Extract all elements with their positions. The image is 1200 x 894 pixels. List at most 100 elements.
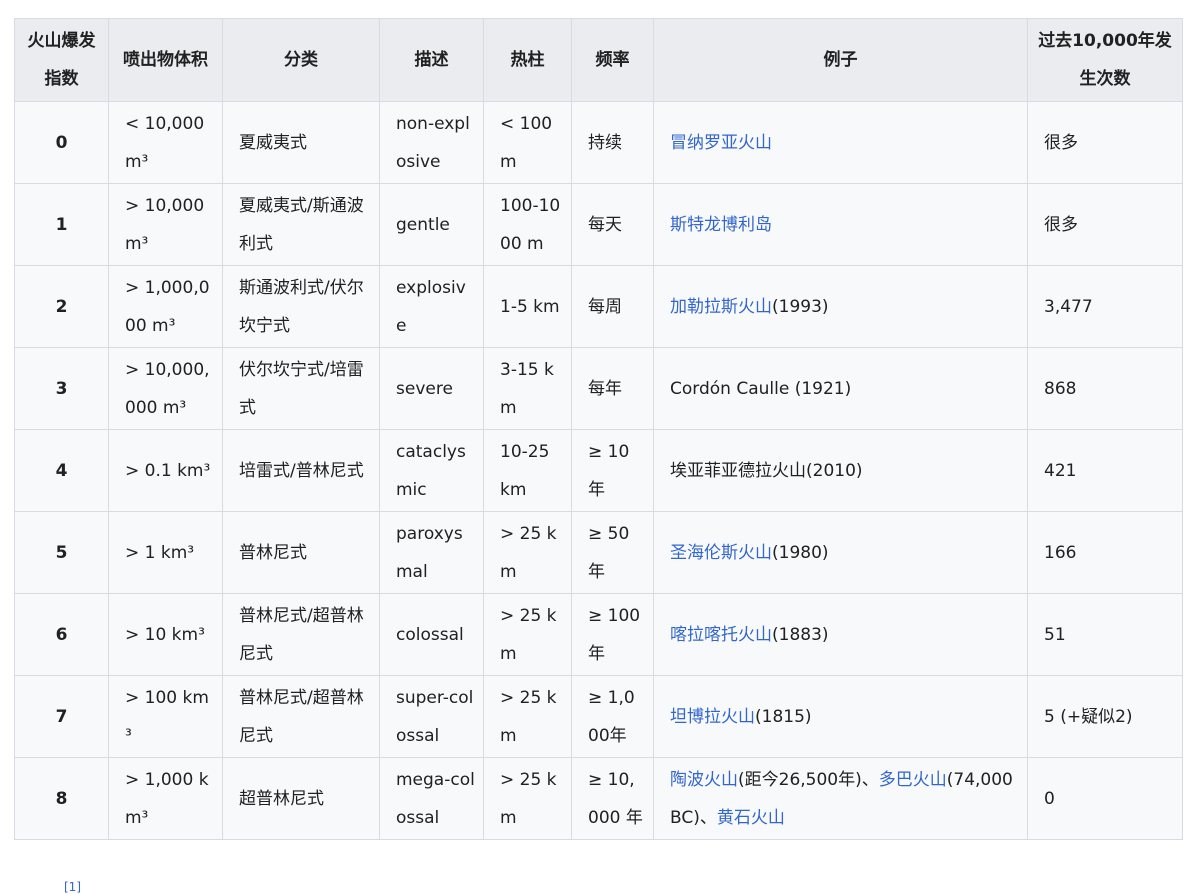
- example-text: (距今26,500年)、: [738, 769, 879, 790]
- classification-cell: 斯通波利式/伏尔坎宁式: [222, 265, 380, 348]
- example-text: 埃亚菲亚德拉火山(2010): [670, 460, 863, 481]
- example-cell: 埃亚菲亚德拉火山(2010): [653, 429, 1028, 512]
- description-cell: paroxysmal: [379, 511, 484, 594]
- classification-cell: 超普林尼式: [222, 757, 380, 840]
- frequency-cell: 每天: [571, 183, 654, 266]
- frequency-cell: 持续: [571, 101, 654, 184]
- occurrences-cell: 0: [1027, 757, 1183, 840]
- occurrences-cell: 3,477: [1027, 265, 1183, 348]
- volume-cell: < 10,000 m³: [108, 101, 223, 184]
- table-row: 0 < 10,000 m³ 夏威夷式 non-explosive < 100 m 持续 冒纳…: [14, 101, 1183, 184]
- table-row: 7 > 100 km³ 普林尼式/超普林尼式 super-colossal > 25 k…: [14, 675, 1183, 758]
- frequency-cell: ≥ 1,000年: [571, 675, 654, 758]
- header-occurrences: 过去10,000年发生次数: [1027, 18, 1183, 102]
- vei-table-container: 火山爆发指数 喷出物体积 分类 描述 热柱 频率 例子 过去10,000年发生次…: [14, 18, 1183, 840]
- description-cell: colossal: [379, 593, 484, 676]
- example-text: (1815): [755, 706, 812, 727]
- volume-cell: > 10,000,000 m³: [108, 347, 223, 430]
- description-cell: explosive: [379, 265, 484, 348]
- vei-cell: 1: [14, 183, 109, 266]
- occurrences-cell: 421: [1027, 429, 1183, 512]
- header-description: 描述: [379, 18, 484, 102]
- vei-cell: 7: [14, 675, 109, 758]
- frequency-cell: ≥ 100 年: [571, 593, 654, 676]
- occurrences-cell: 5 (+疑似2): [1027, 675, 1183, 758]
- classification-cell: 普林尼式/超普林尼式: [222, 593, 380, 676]
- example-cell: 坦博拉火山(1815): [653, 675, 1028, 758]
- vei-cell: 0: [14, 101, 109, 184]
- frequency-cell: ≥ 10 年: [571, 429, 654, 512]
- header-example: 例子: [653, 18, 1028, 102]
- vei-cell: 3: [14, 347, 109, 430]
- volume-cell: > 10 km³: [108, 593, 223, 676]
- volume-cell: > 1,000,000 m³: [108, 265, 223, 348]
- plume-cell: < 100 m: [483, 101, 572, 184]
- classification-cell: 夏威夷式/斯通波利式: [222, 183, 380, 266]
- vei-cell: 4: [14, 429, 109, 512]
- example-cell: 圣海伦斯火山(1980): [653, 511, 1028, 594]
- plume-cell: > 25 km: [483, 593, 572, 676]
- frequency-cell: 每周: [571, 265, 654, 348]
- vei-cell: 6: [14, 593, 109, 676]
- occurrences-cell: 868: [1027, 347, 1183, 430]
- volume-cell: > 1 km³: [108, 511, 223, 594]
- example-cell: 斯特龙博利岛: [653, 183, 1028, 266]
- description-cell: super-colossal: [379, 675, 484, 758]
- vei-table: 火山爆发指数 喷出物体积 分类 描述 热柱 频率 例子 过去10,000年发生次…: [14, 18, 1183, 840]
- table-header-row: 火山爆发指数 喷出物体积 分类 描述 热柱 频率 例子 过去10,000年发生次…: [14, 18, 1183, 102]
- description-cell: severe: [379, 347, 484, 430]
- volume-cell: > 100 km³: [108, 675, 223, 758]
- plume-cell: > 25 km: [483, 511, 572, 594]
- classification-cell: 培雷式/普林尼式: [222, 429, 380, 512]
- description-cell: cataclysmic: [379, 429, 484, 512]
- header-vei: 火山爆发指数: [14, 18, 109, 102]
- volcano-link[interactable]: 喀拉喀托火山: [670, 625, 772, 645]
- volcano-link[interactable]: 多巴火山: [879, 770, 947, 790]
- frequency-cell: ≥ 10,000 年: [571, 757, 654, 840]
- header-volume: 喷出物体积: [108, 18, 223, 102]
- frequency-cell: ≥ 50 年: [571, 511, 654, 594]
- plume-cell: 10-25 km: [483, 429, 572, 512]
- footnote-reference[interactable]: [1]: [64, 880, 81, 894]
- table-row: 5 > 1 km³ 普林尼式 paroxysmal > 25 km ≥ 50 年圣海伦斯火…: [14, 511, 1183, 594]
- example-text: (1993): [772, 296, 829, 317]
- table-body: 0 < 10,000 m³ 夏威夷式 non-explosive < 100 m 持续 冒纳…: [14, 101, 1183, 840]
- header-frequency: 频率: [571, 18, 654, 102]
- table-row: 8 > 1,000 km³ 超普林尼式 mega-colossal > 25 km ≥ 1…: [14, 757, 1183, 840]
- plume-cell: 1-5 km: [483, 265, 572, 348]
- example-text: (1980): [772, 542, 829, 563]
- header-classification: 分类: [222, 18, 380, 102]
- volcano-link[interactable]: 斯特龙博利岛: [670, 215, 772, 235]
- table-row: 4 > 0.1 km³ 培雷式/普林尼式 cataclysmic 10-25 km ≥ 1…: [14, 429, 1183, 512]
- volcano-link[interactable]: 黄石火山: [717, 808, 785, 828]
- occurrences-cell: 51: [1027, 593, 1183, 676]
- plume-cell: > 25 km: [483, 757, 572, 840]
- plume-cell: > 25 km: [483, 675, 572, 758]
- table-row: 2 > 1,000,000 m³ 斯通波利式/伏尔坎宁式 explosive 1-5 k…: [14, 265, 1183, 348]
- example-cell: 加勒拉斯火山(1993): [653, 265, 1028, 348]
- table-row: 3 > 10,000,000 m³ 伏尔坎宁式/培雷式 severe 3-15 km 每年…: [14, 347, 1183, 430]
- header-plume: 热柱: [483, 18, 572, 102]
- volume-cell: > 0.1 km³: [108, 429, 223, 512]
- classification-cell: 夏威夷式: [222, 101, 380, 184]
- volcano-link[interactable]: 冒纳罗亚火山: [670, 133, 772, 153]
- volume-cell: > 1,000 km³: [108, 757, 223, 840]
- volcano-link[interactable]: 圣海伦斯火山: [670, 543, 772, 563]
- classification-cell: 普林尼式: [222, 511, 380, 594]
- plume-cell: 100-1000 m: [483, 183, 572, 266]
- table-row: 6 > 10 km³ 普林尼式/超普林尼式 colossal > 25 km ≥ 100 …: [14, 593, 1183, 676]
- vei-cell: 2: [14, 265, 109, 348]
- volcano-link[interactable]: 加勒拉斯火山: [670, 297, 772, 317]
- volcano-link[interactable]: 陶波火山: [670, 770, 738, 790]
- description-cell: non-explosive: [379, 101, 484, 184]
- vei-cell: 8: [14, 757, 109, 840]
- classification-cell: 伏尔坎宁式/培雷式: [222, 347, 380, 430]
- vei-cell: 5: [14, 511, 109, 594]
- volcano-link[interactable]: 坦博拉火山: [670, 707, 755, 727]
- frequency-cell: 每年: [571, 347, 654, 430]
- description-cell: gentle: [379, 183, 484, 266]
- table-row: 1 > 10,000 m³ 夏威夷式/斯通波利式 gentle 100-1000 m 每天…: [14, 183, 1183, 266]
- description-cell: mega-colossal: [379, 757, 484, 840]
- plume-cell: 3-15 km: [483, 347, 572, 430]
- example-cell: Cordón Caulle (1921): [653, 347, 1028, 430]
